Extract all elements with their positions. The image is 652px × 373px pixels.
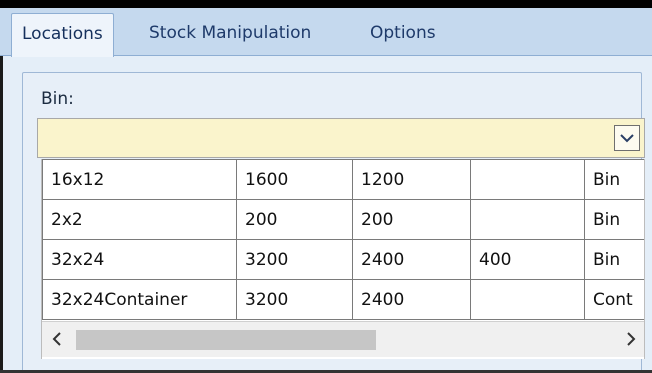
table-cell[interactable] [470, 159, 585, 200]
table-row[interactable]: 2x2 200 200 Bin [42, 199, 644, 240]
bin-dropdown-button[interactable] [614, 125, 640, 151]
table-cell[interactable]: 1200 [352, 159, 471, 200]
bin-table: 16x12 1600 1200 Bin 2x2 200 200 Bin 32x2… [42, 159, 644, 320]
table-cell[interactable]: 32x24 [42, 239, 237, 280]
table-cell[interactable]: 1600 [236, 159, 353, 200]
table-cell[interactable]: 400 [470, 239, 585, 280]
chevron-right-icon [627, 332, 636, 346]
table-cell[interactable]: 32x24Container [42, 279, 237, 320]
scrollbar-thumb[interactable] [76, 330, 376, 350]
table-cell[interactable]: Bin [584, 199, 644, 240]
table-cell[interactable]: Bin [584, 239, 644, 280]
bin-label: Bin: [41, 89, 74, 109]
top-edge [0, 0, 652, 8]
bin-combobox[interactable] [37, 118, 645, 158]
table-cell[interactable]: 200 [236, 199, 353, 240]
table-cell[interactable]: 3200 [236, 239, 353, 280]
table-cell[interactable]: 2x2 [42, 199, 237, 240]
table-cell[interactable]: 3200 [236, 279, 353, 320]
chevron-down-icon [620, 134, 634, 143]
table-cell[interactable]: 2400 [352, 279, 471, 320]
tab-options[interactable]: Options [360, 13, 446, 56]
table-row[interactable]: 32x24Container 3200 2400 Cont [42, 279, 644, 320]
chevron-left-icon [52, 332, 61, 346]
table-cell[interactable]: Cont [584, 279, 644, 320]
window-left-edge [0, 56, 3, 373]
table-row[interactable]: 32x24 3200 2400 400 Bin [42, 239, 644, 280]
tab-stock-manipulation[interactable]: Stock Manipulation [139, 13, 321, 56]
bin-grid[interactable]: 16x12 1600 1200 Bin 2x2 200 200 Bin 32x2… [41, 159, 645, 359]
table-row[interactable]: 16x12 1600 1200 Bin [42, 159, 644, 200]
horizontal-scrollbar[interactable] [42, 321, 644, 357]
scroll-left-button[interactable] [46, 328, 68, 350]
table-cell[interactable]: 200 [352, 199, 471, 240]
table-cell[interactable]: Bin [584, 159, 644, 200]
table-cell[interactable] [470, 199, 585, 240]
tab-locations[interactable]: Locations [11, 13, 114, 57]
table-cell[interactable]: 16x12 [42, 159, 237, 200]
table-cell[interactable]: 2400 [352, 239, 471, 280]
scroll-right-button[interactable] [620, 328, 642, 350]
table-cell[interactable] [470, 279, 585, 320]
